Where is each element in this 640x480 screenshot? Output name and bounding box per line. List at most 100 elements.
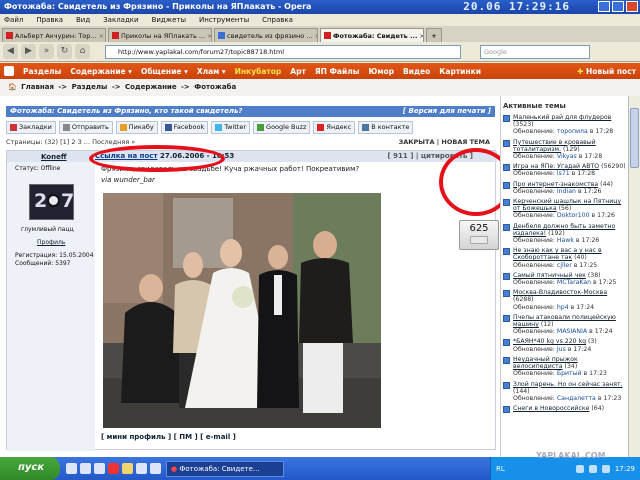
share-twitter[interactable]: Twitter: [211, 120, 251, 134]
topic-title-link[interactable]: Про интернет-знакомства: [513, 181, 598, 188]
update-user[interactable]: MCTaraKan: [557, 279, 591, 286]
opera-icon[interactable]: [108, 463, 119, 474]
tab-2[interactable]: Приколы на ЯПлакать ...×: [108, 28, 212, 42]
new-tab-button[interactable]: +: [426, 28, 442, 42]
update-user[interactable]: торопила: [557, 128, 588, 135]
profile-link[interactable]: Профиль: [37, 239, 65, 246]
tray-icon[interactable]: [588, 464, 597, 473]
tab-1[interactable]: Альберт Акчурин: Тор... ×: [2, 28, 106, 42]
update-user[interactable]: cjller: [557, 262, 572, 269]
author-name[interactable]: Koneff: [41, 153, 67, 161]
nav-communication[interactable]: Общение ▾: [141, 67, 188, 76]
topic-title-link[interactable]: Не знаю как у вас а у нас в Скобороттане…: [513, 247, 602, 261]
folder-icon[interactable]: [122, 463, 133, 474]
search-field[interactable]: Google: [480, 44, 590, 59]
update-user[interactable]: Doktor100: [557, 212, 590, 219]
new-post-button[interactable]: ✚ Новый пост: [577, 67, 636, 76]
active-topic-item[interactable]: Москва-Владивосток-Москва (6288) Обновлен…: [501, 288, 628, 313]
nav-files[interactable]: ЯП Файлы: [315, 67, 360, 76]
minimize-button[interactable]: [598, 1, 610, 12]
active-topic-item[interactable]: Керченский шашлык на Пятницу от Божешька…: [501, 197, 628, 222]
share-vkontakte[interactable]: В контакте: [358, 120, 414, 134]
media-icon[interactable]: [94, 463, 105, 474]
share-bookmarks[interactable]: Закладки: [6, 120, 56, 134]
active-topic-item[interactable]: Про интернет-знакомства (44) Обновление: …: [501, 180, 628, 197]
active-topic-item[interactable]: *БАЯН*40 kg vs 220 kg (3) Обновление: Jus…: [501, 337, 628, 354]
scrollbar-thumb[interactable]: [630, 108, 639, 168]
active-topic-item[interactable]: Самый пятничный чек (38) Обновление: MCTa…: [501, 271, 628, 288]
share-yandex[interactable]: Яндекс: [313, 120, 356, 134]
crumb-photojaba[interactable]: Фотожаба: [194, 83, 236, 91]
close-tab-icon[interactable]: ×: [419, 32, 423, 40]
update-user[interactable]: Jus: [557, 346, 566, 353]
nav-video[interactable]: Видео: [403, 67, 430, 76]
share-facebook[interactable]: Facebook: [160, 120, 209, 134]
rating-counter[interactable]: 625: [459, 220, 499, 250]
topic-status[interactable]: ЗАКРЫТА | НОВАЯ ТЕМА: [399, 138, 490, 146]
share-pikabu[interactable]: Пикабу: [115, 120, 158, 134]
nav-junk[interactable]: Хлам ▾: [197, 67, 226, 76]
active-topic-item[interactable]: Не знаю как у вас а у нас в Скобороттане…: [501, 246, 628, 271]
active-topic-item[interactable]: Злой парень. Но он сейчас занят. (144) Об…: [501, 380, 628, 405]
update-user[interactable]: Бритый: [557, 370, 582, 377]
topic-title-link[interactable]: Москва-Владивосток-Москва: [513, 289, 607, 296]
tab-4-active[interactable]: Фотожаба: Свидеть ...×: [320, 28, 424, 42]
back-icon[interactable]: ◀: [3, 44, 18, 59]
crumb-content[interactable]: Содержание: [125, 83, 177, 91]
vertical-scrollbar[interactable]: [628, 96, 640, 457]
update-user[interactable]: Hawk: [557, 237, 574, 244]
update-user[interactable]: Vikyas: [557, 153, 577, 160]
menu-tools[interactable]: Инструменты: [199, 16, 249, 24]
menu-bookmarks[interactable]: Закладки: [103, 16, 138, 24]
update-user[interactable]: Indian: [557, 188, 576, 195]
menu-widgets[interactable]: Виджеты: [152, 16, 186, 24]
active-topic-item[interactable]: Маленький рай для флудеров (3523) Обновле…: [501, 113, 628, 138]
topic-title-link[interactable]: Злой парень. Но он сейчас занят.: [513, 381, 623, 388]
update-user[interactable]: Сандалетта: [557, 395, 596, 402]
close-tab-icon[interactable]: ×: [99, 32, 104, 40]
home-icon[interactable]: 🏠: [8, 83, 17, 91]
post-footer-links[interactable]: [ мини профиль ] [ ПМ ] [ e-mail ]: [101, 433, 491, 443]
update-user[interactable]: hp4: [557, 304, 569, 311]
share-send[interactable]: Отправить: [58, 120, 113, 134]
tab-3[interactable]: свидетель из фрязино ...×: [214, 28, 318, 42]
update-user[interactable]: MASIANIA: [557, 328, 587, 335]
close-button[interactable]: [626, 1, 638, 12]
active-topic-item[interactable]: Неудачный прыжок велосипедиста (34) Обнов…: [501, 355, 628, 380]
nav-sections[interactable]: Разделы: [23, 67, 61, 76]
language-indicator[interactable]: RL: [496, 465, 505, 473]
crumb-home[interactable]: Главная: [21, 83, 54, 91]
tray-icon[interactable]: [601, 464, 610, 473]
start-button[interactable]: пуск: [0, 457, 60, 480]
update-user[interactable]: ls71: [557, 170, 570, 177]
nav-pictures[interactable]: Картинки: [439, 67, 481, 76]
menu-edit[interactable]: Правка: [36, 16, 63, 24]
home-icon[interactable]: ⌂: [75, 44, 90, 59]
topic-title-link[interactable]: Пчелы атаковали полицейскую машину: [513, 314, 616, 328]
menu-view[interactable]: Вид: [76, 16, 90, 24]
active-topic-item[interactable]: Игра на ЯПе: Угадай АВТО (56290) Обновлен…: [501, 162, 628, 179]
nav-content[interactable]: Содержание ▾: [70, 67, 132, 76]
nav-art[interactable]: Арт: [290, 67, 306, 76]
active-topic-item[interactable]: Пчелы атаковали полицейскую машину (12) О…: [501, 313, 628, 338]
close-tab-icon[interactable]: ×: [207, 32, 211, 40]
topic-title-link[interactable]: *БАЯН*40 kg vs 220 kg: [513, 338, 586, 345]
tray-icon[interactable]: [575, 464, 584, 473]
desktop-icon[interactable]: [66, 463, 77, 474]
page-links[interactable]: Страницы: (32) [1] 2 3 ... Последняя »: [6, 138, 135, 146]
topic-title-link[interactable]: Маленький рай для флудеров: [513, 114, 611, 121]
fast-forward-icon[interactable]: »: [39, 44, 54, 59]
app-icon[interactable]: [136, 463, 147, 474]
topic-title-link[interactable]: Самый пятничный чек: [513, 272, 586, 279]
url-field[interactable]: http://www.yaplakal.com/forum27/topic887…: [105, 44, 461, 59]
print-version-link[interactable]: [ Версия для печати ]: [403, 107, 491, 115]
maximize-button[interactable]: [612, 1, 624, 12]
share-google-buzz[interactable]: Google Buzz: [253, 120, 311, 134]
forward-icon[interactable]: ▶: [21, 44, 36, 59]
reload-icon[interactable]: ↻: [57, 44, 72, 59]
taskbar-task-opera[interactable]: ● Фотожаба: Свидете...: [166, 460, 284, 477]
nav-incubator[interactable]: Инкубатор: [235, 67, 282, 76]
menu-help[interactable]: Справка: [262, 16, 293, 24]
crumb-sections[interactable]: Разделы: [72, 83, 108, 91]
close-tab-icon[interactable]: ×: [314, 32, 317, 40]
